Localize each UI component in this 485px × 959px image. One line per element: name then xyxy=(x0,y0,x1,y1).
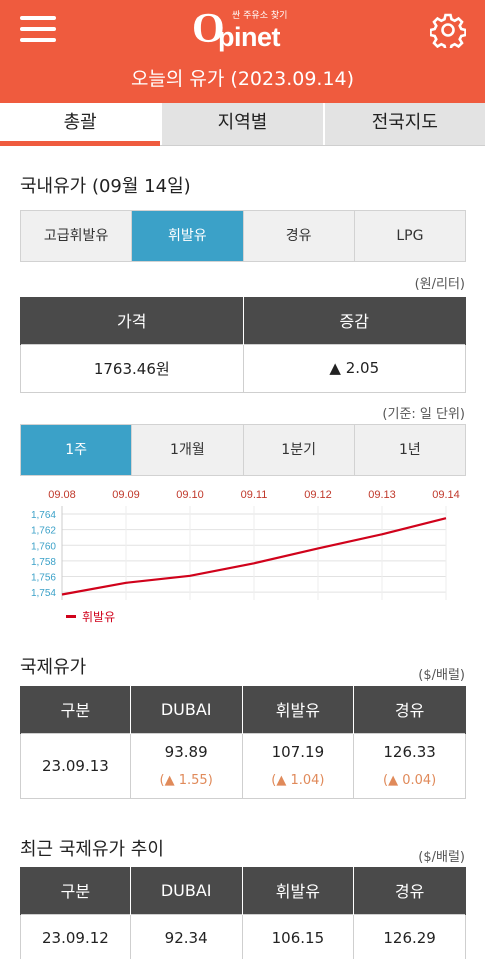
dubai-cell: 93.89 (▲ 1.55) xyxy=(129,732,243,799)
logo-wordmark: pinet xyxy=(218,22,281,52)
fuel-diesel[interactable]: 경유 xyxy=(242,211,354,261)
x-tick-label: 09.12 xyxy=(304,489,332,501)
fuel-premium-gasoline[interactable]: 고급휘발유 xyxy=(21,211,132,261)
price-trend-chart: 09.08 09.09 09.10 09.11 09.12 09.13 09.14 1,754… xyxy=(20,484,466,629)
period-1-quarter[interactable]: 1분기 xyxy=(242,425,354,475)
x-tick-label: 09.08 xyxy=(48,489,76,501)
col-header-diesel: 경유 xyxy=(353,686,466,733)
change-header: 증감 xyxy=(242,297,467,344)
price-header: 가격 xyxy=(20,297,244,344)
table-row: 23.09.13 93.89 (▲ 1.55) 107.19 (▲ 1.04) … xyxy=(20,732,466,799)
col-header-dubai: DUBAI xyxy=(129,867,243,914)
period-selector: 1주 1개월 1분기 1년 xyxy=(20,424,466,476)
x-tick-label: 09.13 xyxy=(368,489,396,501)
diesel-price: 126.29 xyxy=(353,913,466,959)
dubai-price: 92.34 xyxy=(129,913,243,959)
period-1-month[interactable]: 1개월 xyxy=(131,425,243,475)
diesel-cell: 126.33 (▲ 0.04) xyxy=(353,732,466,799)
tab-summary[interactable]: 총괄 xyxy=(0,103,161,146)
gasoline-change: (▲ 1.04) xyxy=(271,772,325,788)
main-tabs: 총괄 지역별 전국지도 xyxy=(0,103,485,146)
y-tick-label: 1,754 xyxy=(31,588,56,599)
legend-swatch xyxy=(66,615,76,618)
international-price-title: 국제유가 xyxy=(20,657,87,678)
diesel-price: 126.33 xyxy=(383,742,436,761)
international-unit: ($/배럴) xyxy=(418,668,465,683)
price-change: ▲ 2.05 xyxy=(242,343,467,393)
dubai-change: (▲ 1.55) xyxy=(159,772,213,788)
tab-by-region[interactable]: 지역별 xyxy=(160,103,323,145)
opinet-logo: O 싼 주유소 찾기 pinet xyxy=(192,5,302,53)
international-price-table: 구분 DUBAI 휘발유 경유 23.09.13 93.89 (▲ 1.55) … xyxy=(20,686,466,799)
gasoline-cell: 107.19 (▲ 1.04) xyxy=(241,732,355,799)
legend-label: 휘발유 xyxy=(82,610,115,624)
trend-table: 구분 DUBAI 휘발유 경유 23.09.12 92.34 106.15 12… xyxy=(20,867,466,959)
fuel-type-selector: 고급휘발유 휘발유 경유 LPG xyxy=(20,210,466,262)
y-tick-label: 1,762 xyxy=(31,526,56,537)
row-date: 23.09.13 xyxy=(20,732,131,799)
col-header-gasoline: 휘발유 xyxy=(241,686,355,733)
row-date: 23.09.12 xyxy=(20,913,131,959)
diesel-change: (▲ 0.04) xyxy=(383,772,437,788)
y-tick-label: 1,756 xyxy=(31,573,56,584)
hamburger-menu-icon[interactable] xyxy=(20,14,56,44)
domestic-unit: (원/리터) xyxy=(414,277,465,292)
y-tick-label: 1,764 xyxy=(31,510,56,521)
chart-basis: (기준: 일 단위) xyxy=(382,407,465,422)
col-header-diesel: 경유 xyxy=(353,867,466,914)
logo-tagline: 싼 주유소 찾기 xyxy=(232,11,288,21)
gear-icon[interactable] xyxy=(429,12,467,52)
current-price: 1763.46원 xyxy=(20,343,244,393)
y-tick-label: 1,760 xyxy=(31,541,56,552)
period-1-year[interactable]: 1년 xyxy=(353,425,465,475)
gasoline-price: 106.15 xyxy=(241,913,355,959)
domestic-price-title: 국내유가 (09월 14일) xyxy=(20,176,191,197)
fuel-lpg[interactable]: LPG xyxy=(353,211,465,261)
x-tick-label: 09.11 xyxy=(241,489,268,501)
tab-national-map[interactable]: 전국지도 xyxy=(322,103,485,145)
dubai-price: 93.89 xyxy=(164,742,208,761)
period-1-week[interactable]: 1주 xyxy=(21,425,132,475)
gasoline-price: 107.19 xyxy=(271,742,325,761)
x-tick-label: 09.09 xyxy=(112,489,140,501)
col-header-gasoline: 휘발유 xyxy=(241,867,355,914)
table-row: 23.09.12 92.34 106.15 126.29 xyxy=(20,913,466,959)
page-title: 오늘의 유가 (2023.09.14) xyxy=(130,68,355,90)
col-header-dubai: DUBAI xyxy=(129,686,243,733)
x-tick-label: 09.10 xyxy=(176,489,204,501)
col-header-category: 구분 xyxy=(20,867,131,914)
x-tick-label: 09.14 xyxy=(432,489,460,501)
trend-title: 최근 국제유가 추이 xyxy=(20,839,164,860)
price-trend-svg: 09.08 09.09 09.10 09.11 09.12 09.13 09.14 1,754… xyxy=(31,489,460,624)
domestic-price-table: 가격 증감 1763.46원 ▲ 2.05 xyxy=(20,297,467,393)
app-header: O 싼 주유소 찾기 pinet 오늘의 유가 (2023.09.14) xyxy=(0,0,485,103)
fuel-gasoline[interactable]: 휘발유 xyxy=(131,211,243,261)
col-header-category: 구분 xyxy=(20,686,131,733)
y-tick-label: 1,758 xyxy=(31,557,56,568)
trend-unit: ($/배럴) xyxy=(418,850,465,865)
